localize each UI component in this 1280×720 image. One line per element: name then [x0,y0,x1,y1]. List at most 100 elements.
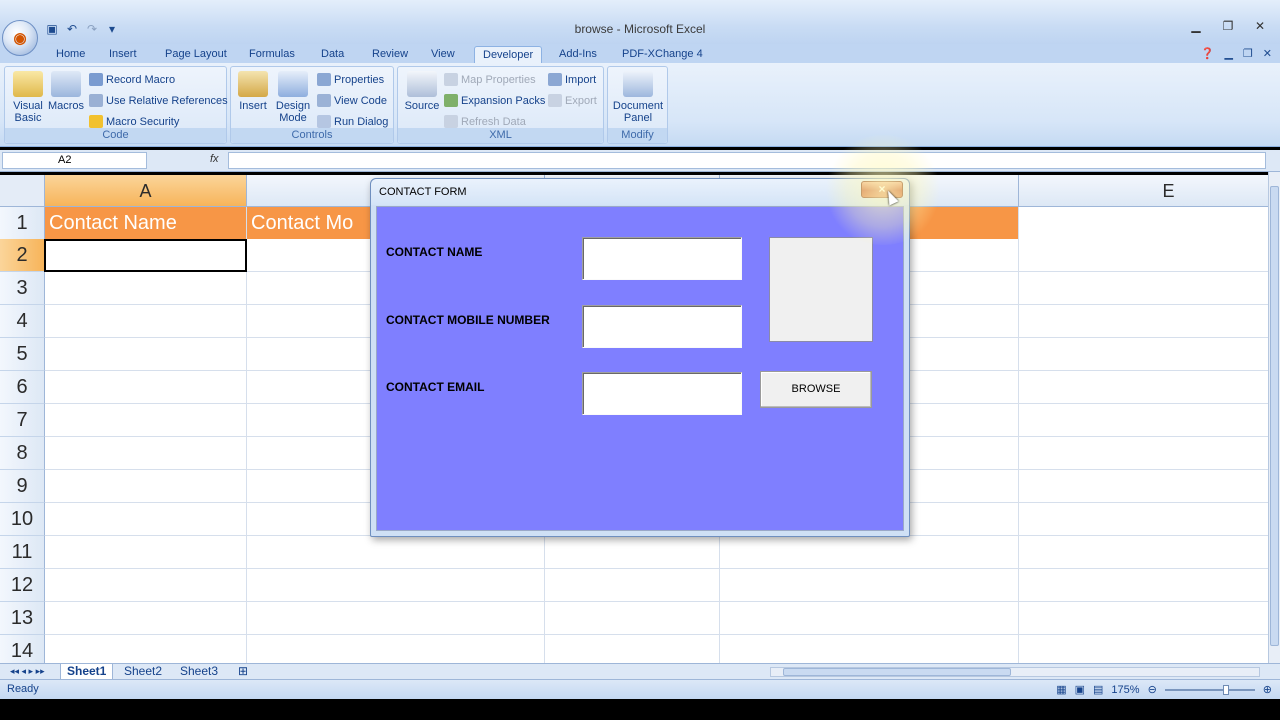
design-mode-button[interactable]: Design Mode [273,71,313,124]
tab-developer[interactable]: Developer [474,46,543,64]
export-icon [548,94,562,107]
tab-page-layout[interactable]: Page Layout [157,46,235,64]
contact-mobile-label: CONTACT MOBILE NUMBER [386,313,550,327]
row-header-5[interactable]: 5 [0,338,45,371]
vertical-scroll-thumb[interactable] [1270,186,1279,646]
tab-view[interactable]: View [423,46,463,64]
contact-email-input[interactable] [582,372,742,415]
properties-button[interactable]: Properties [317,73,384,86]
sheet-tab-1[interactable]: Sheet1 [60,664,114,680]
office-logo-icon: ◉ [13,30,27,47]
name-box[interactable]: A2 [2,152,147,169]
column-header-e[interactable]: E [1019,175,1268,207]
expansion-packs-button[interactable]: Expansion Packs [444,94,545,107]
row-header-3[interactable]: 3 [0,272,45,305]
restore-icon[interactable]: ❐ [1214,17,1242,35]
office-button[interactable]: ◉ [2,20,38,56]
tab-formulas[interactable]: Formulas [241,46,303,64]
horizontal-scroll-thumb[interactable] [783,668,1011,676]
row-header-12[interactable]: 12 [0,569,45,602]
row-header-9[interactable]: 9 [0,470,45,503]
relative-references-label: Use Relative References [106,94,228,107]
macros-button[interactable]: Macros [47,71,85,112]
import-button[interactable]: Import [548,73,596,86]
cell-a1[interactable]: Contact Name [45,207,247,239]
zoom-slider-knob[interactable] [1222,684,1229,695]
insert-control-button[interactable]: Insert [235,71,271,112]
screen-border [0,699,1280,720]
macros-label: Macros [47,100,85,112]
document-panel-label: Document Panel [612,100,664,124]
sheet-tab-3[interactable]: Sheet3 [174,664,224,680]
view-code-label: View Code [334,94,387,107]
sheet-tab-bar: ◂◂ ◂ ▸ ▸▸ Sheet1 Sheet2 Sheet3 ⊞ [0,663,1280,680]
select-all-corner[interactable] [0,175,45,207]
document-panel-button[interactable]: Document Panel [610,71,666,124]
close-window-icon[interactable]: ✕ [1246,17,1274,35]
tab-pdf-xchange[interactable]: PDF-XChange 4 [614,46,711,64]
view-code-button[interactable]: View Code [317,94,387,107]
zoom-slider[interactable] [1164,684,1255,695]
export-button[interactable]: Export [548,94,597,107]
insert-control-label: Insert [239,100,267,112]
dialog-close-button[interactable]: × [861,181,903,198]
tab-review[interactable]: Review [364,46,416,64]
dialog-title-bar[interactable]: CONTACT FORM × [371,179,909,205]
tab-insert[interactable]: Insert [101,46,145,64]
contact-mobile-input[interactable] [582,305,742,348]
help-icon[interactable]: ❓ [1201,47,1215,60]
page-break-view-icon[interactable]: ▤ [1093,683,1103,696]
row-header-6[interactable]: 6 [0,371,45,404]
workbook-close-icon[interactable]: ✕ [1263,47,1272,60]
normal-view-icon[interactable]: ▦ [1056,683,1066,696]
contact-name-input[interactable] [582,237,742,280]
row-header-13[interactable]: 13 [0,602,45,635]
active-cell-a2[interactable] [44,239,247,272]
formula-bar: A2 fx [0,150,1280,172]
minimize-icon[interactable]: ▁ [1182,17,1210,35]
source-button[interactable]: Source [402,71,442,112]
map-properties-label: Map Properties [461,73,536,86]
formula-input[interactable] [228,152,1266,169]
relative-references-button[interactable]: Use Relative References [89,94,228,107]
document-panel-icon [623,71,653,97]
map-properties-button[interactable]: Map Properties [444,73,536,86]
zoom-controls: ▦ ▣ ▤ 175% ⊖ ⊕ [1056,683,1272,697]
row-header-8[interactable]: 8 [0,437,45,470]
tab-data[interactable]: Data [313,46,352,64]
zoom-out-icon[interactable]: ⊖ [1148,683,1157,696]
horizontal-scrollbar[interactable] [770,667,1260,677]
zoom-in-icon[interactable]: ⊕ [1263,683,1272,696]
insert-sheet-icon[interactable]: ⊞ [232,664,254,680]
ribbon-minimize-icon[interactable]: ▁ [1224,47,1232,60]
row-header-10[interactable]: 10 [0,503,45,536]
tab-home[interactable]: Home [48,46,93,64]
sheet-nav-arrows[interactable]: ◂◂ ◂ ▸ ▸▸ [4,664,51,680]
tab-add-ins[interactable]: Add-Ins [551,46,605,64]
group-controls: Insert Design Mode Properties View Code … [230,66,394,144]
refresh-data-button[interactable]: Refresh Data [444,115,526,128]
macro-security-button[interactable]: Macro Security [89,115,179,128]
cell-b1[interactable]: Contact Mo [247,207,377,239]
ribbon-restore-icon[interactable]: ❐ [1243,47,1253,60]
vertical-scrollbar[interactable] [1268,172,1280,663]
row-header-4[interactable]: 4 [0,305,45,338]
function-icon[interactable]: fx [210,153,219,165]
row-header-7[interactable]: 7 [0,404,45,437]
browse-button[interactable]: BROWSE [760,371,872,408]
column-header-a[interactable]: A [45,175,247,207]
run-dialog-button[interactable]: Run Dialog [317,115,388,128]
row-header-2[interactable]: 2 [0,239,45,272]
sheet-tab-2[interactable]: Sheet2 [118,664,168,680]
record-macro-button[interactable]: Record Macro [89,73,175,86]
row-header-11[interactable]: 11 [0,536,45,569]
row-header-1[interactable]: 1 [0,207,45,240]
page-layout-view-icon[interactable]: ▣ [1075,683,1085,696]
contact-form-dialog: CONTACT FORM × CONTACT NAME CONTACT MOBI… [370,178,910,537]
visual-basic-button[interactable]: Visual Basic [8,71,48,124]
group-modify-label: Modify [608,128,667,143]
row-header-14[interactable]: 14 [0,635,45,663]
design-mode-icon [278,71,308,97]
gridline [1018,207,1019,663]
zoom-level[interactable]: 175% [1111,684,1139,696]
